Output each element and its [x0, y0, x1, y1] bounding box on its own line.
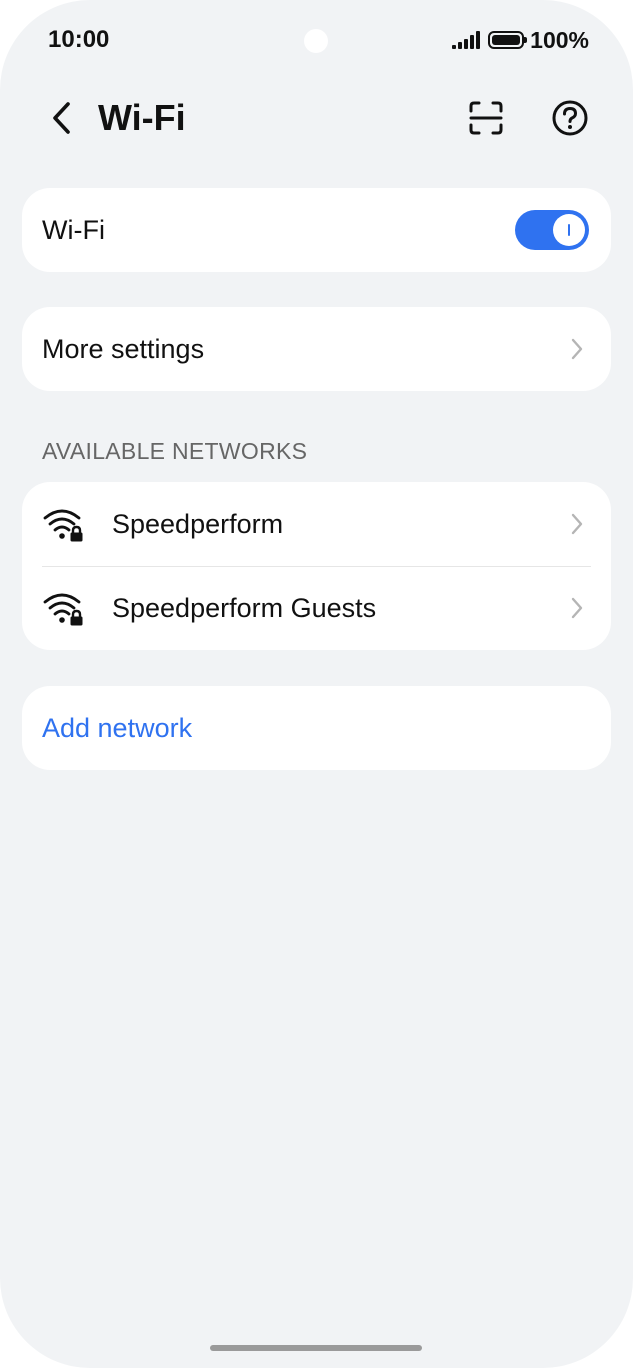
chevron-right-icon [569, 512, 585, 536]
network-item[interactable]: Speedperform [22, 482, 611, 566]
signal-icon [450, 31, 481, 49]
battery-level: 100% [530, 26, 589, 53]
add-network-button[interactable]: Add network [22, 686, 611, 770]
more-settings-row[interactable]: More settings [22, 307, 611, 391]
add-network-label: Add network [42, 712, 193, 743]
wifi-toggle-switch[interactable] [515, 210, 589, 250]
toggle-knob [553, 214, 585, 246]
chevron-right-icon [569, 337, 585, 361]
wifi-locked-icon [42, 506, 86, 542]
status-bar: 10:00 100% [0, 0, 633, 80]
phone-screen: 10:00 100% Wi-Fi Wi-Fi More settings AVA… [0, 0, 633, 1368]
more-settings-label: More settings [42, 333, 205, 364]
network-ssid: Speedperform Guests [112, 592, 377, 623]
network-ssid: Speedperform [112, 508, 284, 539]
chevron-right-icon [569, 596, 585, 620]
available-networks-header: AVAILABLE NETWORKS [42, 438, 308, 464]
scan-button[interactable] [464, 96, 508, 140]
wifi-toggle-label: Wi-Fi [42, 214, 105, 245]
status-icons: 100% [450, 26, 589, 54]
page-title: Wi-Fi [98, 97, 186, 138]
add-network-card: Add network [22, 686, 611, 770]
network-item[interactable]: Speedperform Guests [22, 566, 611, 650]
scan-icon [469, 101, 503, 135]
wifi-locked-icon [42, 590, 86, 626]
battery-icon [488, 31, 528, 49]
camera-cutout [304, 29, 328, 53]
header: Wi-Fi [0, 82, 633, 154]
wifi-toggle-row[interactable]: Wi-Fi [22, 188, 611, 272]
home-indicator[interactable] [210, 1345, 422, 1351]
networks-card: Speedperform Speedperform Guests [22, 482, 611, 650]
more-settings-card: More settings [22, 307, 611, 391]
help-icon [552, 100, 588, 136]
wifi-toggle-card: Wi-Fi [22, 188, 611, 272]
chevron-left-icon [53, 102, 70, 134]
help-button[interactable] [548, 96, 592, 140]
status-time: 10:00 [48, 26, 110, 53]
back-button[interactable] [40, 96, 84, 140]
